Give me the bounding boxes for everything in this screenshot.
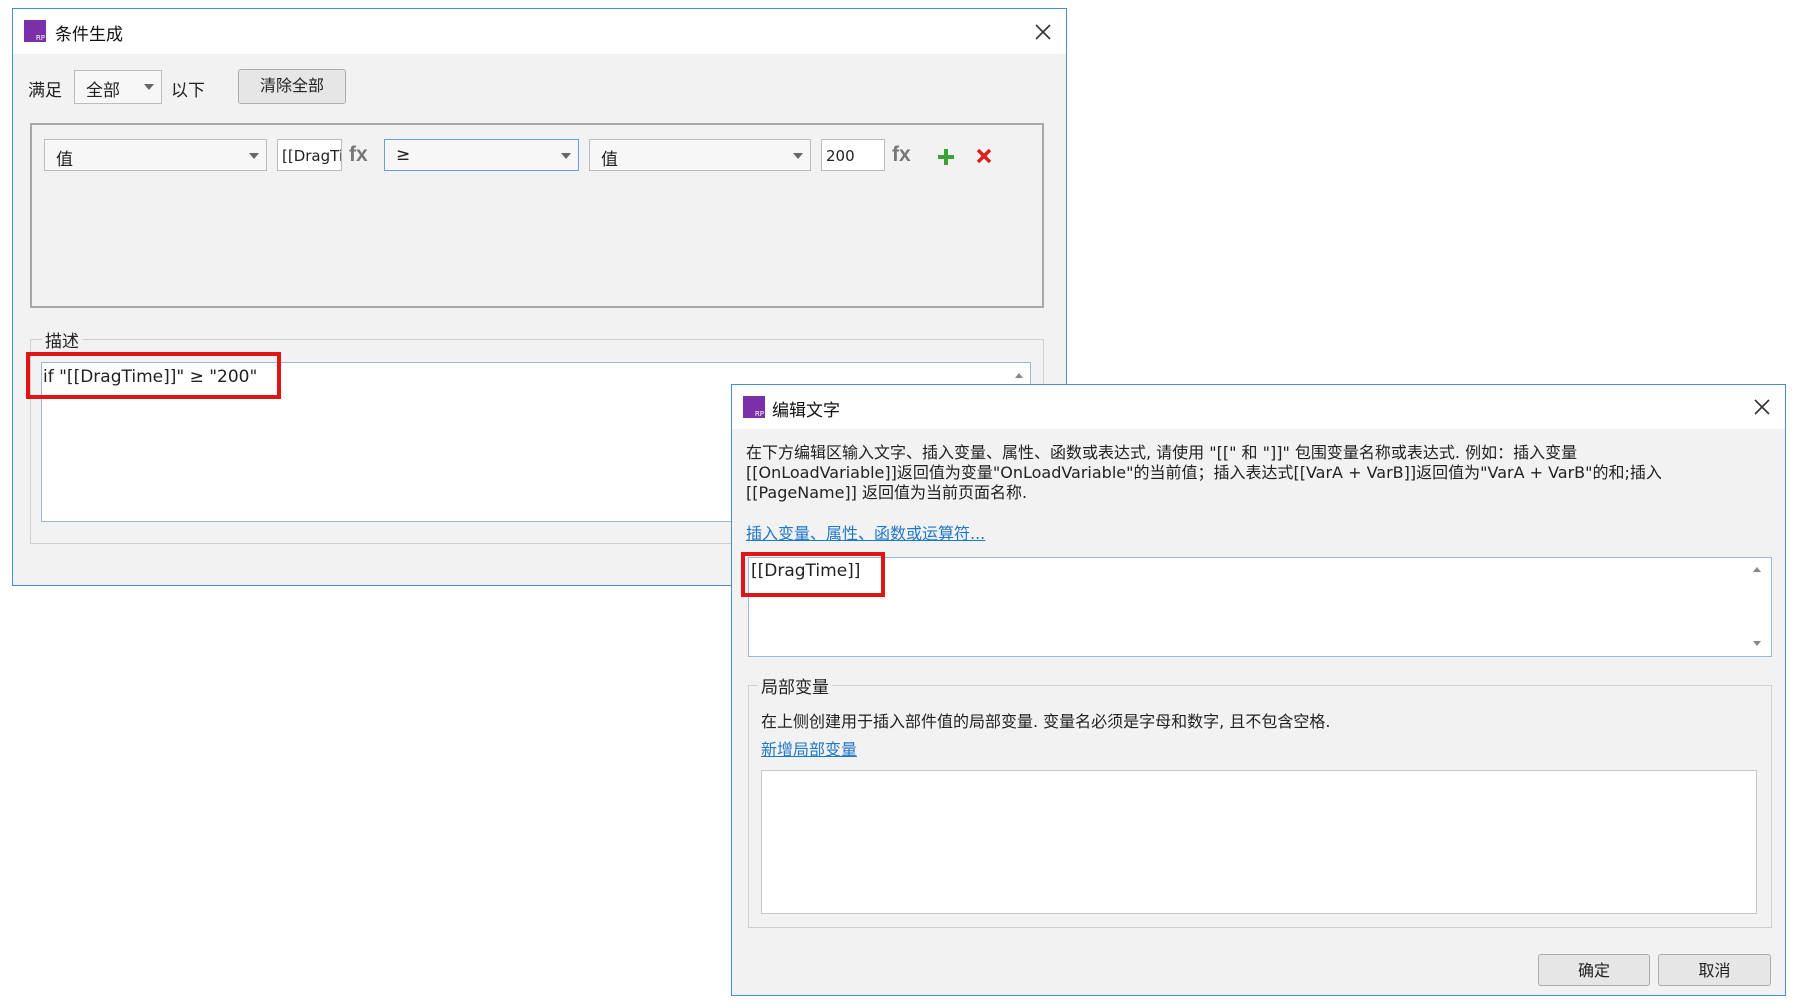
- satisfy-select[interactable]: 全部: [74, 70, 162, 104]
- fx-right-button[interactable]: fx: [892, 143, 911, 167]
- right-value-input[interactable]: 200: [821, 139, 885, 171]
- satisfy-label: 满足: [28, 81, 62, 101]
- operator-value: ≥: [396, 145, 411, 165]
- scroll-up-icon[interactable]: [1015, 373, 1023, 378]
- text-editor-content: [[DragTime]]: [751, 561, 861, 581]
- condition-dialog-titlebar: RP 条件生成: [13, 9, 1066, 54]
- edit-text-dialog: RP 编辑文字 在下方编辑区输入文字、插入变量、属性、函数或表达式, 请使用 "…: [731, 384, 1786, 996]
- scroll-down-icon[interactable]: [1753, 641, 1761, 646]
- instructions-line-2: [[OnLoadVariable]]返回值为变量"OnLoadVariable"…: [746, 463, 1662, 482]
- local-variables-label: 局部变量: [758, 673, 832, 698]
- app-logo-icon: RP: [24, 20, 46, 42]
- left-value-text: [[DragTi: [282, 147, 342, 165]
- condition-rows-panel: 值 [[DragTi fx ≥ 值 200 fx: [30, 123, 1044, 308]
- cancel-button[interactable]: 取消: [1658, 954, 1771, 986]
- add-local-variable-link[interactable]: 新增局部变量: [761, 736, 857, 760]
- following-label: 以下: [171, 81, 205, 101]
- operator-select[interactable]: ≥: [384, 139, 579, 171]
- instructions: 在下方编辑区输入文字、插入变量、属性、函数或表达式, 请使用 "[[" 和 "]…: [746, 443, 1662, 503]
- app-logo-icon: RP: [743, 396, 765, 418]
- close-icon[interactable]: [1747, 392, 1777, 422]
- condition-dialog-title: 条件生成: [55, 25, 123, 45]
- instructions-line-1: 在下方编辑区输入文字、插入变量、属性、函数或表达式, 请使用 "[[" 和 "]…: [746, 443, 1578, 462]
- chevron-down-icon: [249, 153, 259, 159]
- add-icon[interactable]: [936, 147, 956, 167]
- right-type-value: 值: [601, 150, 618, 170]
- local-variables-list[interactable]: [761, 770, 1757, 914]
- left-type-value: 值: [56, 150, 73, 170]
- clear-all-button[interactable]: 清除全部: [238, 69, 346, 104]
- local-variables-group: 局部变量 在上侧创建用于插入部件值的局部变量. 变量名必须是字母和数字, 且不包…: [748, 673, 1772, 928]
- text-editor[interactable]: [[DragTime]]: [748, 557, 1772, 657]
- local-variables-desc: 在上侧创建用于插入部件值的局部变量. 变量名必须是字母和数字, 且不包含空格.: [761, 712, 1331, 731]
- left-value-input[interactable]: [[DragTi: [277, 139, 342, 171]
- instructions-line-3: [[PageName]] 返回值为当前页面名称.: [746, 483, 1028, 502]
- scroll-up-icon[interactable]: [1753, 567, 1761, 572]
- ok-button[interactable]: 确定: [1538, 954, 1650, 986]
- insert-variable-link[interactable]: 插入变量、属性、函数或运算符...: [746, 520, 985, 544]
- satisfy-select-value: 全部: [86, 81, 120, 101]
- right-value-text: 200: [826, 147, 855, 165]
- fx-left-button[interactable]: fx: [349, 143, 368, 167]
- right-type-select[interactable]: 值: [589, 139, 811, 171]
- description-label: 描述: [42, 327, 82, 352]
- chevron-down-icon: [144, 84, 154, 90]
- description-text: if "[[DragTime]]" ≥ "200": [43, 367, 258, 387]
- delete-icon[interactable]: [975, 147, 993, 165]
- chevron-down-icon: [561, 153, 571, 159]
- edit-text-titlebar: RP 编辑文字: [732, 385, 1785, 429]
- close-icon[interactable]: [1028, 17, 1058, 47]
- left-type-select[interactable]: 值: [44, 139, 267, 171]
- edit-text-title: 编辑文字: [772, 401, 840, 421]
- chevron-down-icon: [793, 153, 803, 159]
